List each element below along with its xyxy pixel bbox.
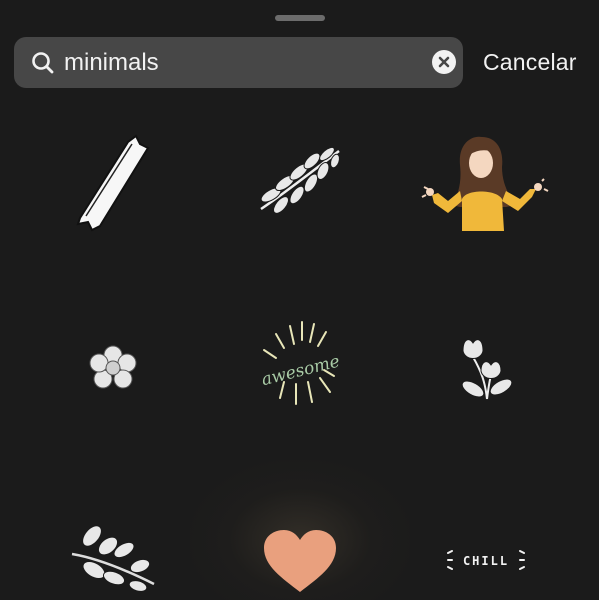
sticker-tape[interactable] <box>70 130 155 235</box>
search-input[interactable]: minimals <box>64 37 159 88</box>
clear-icon <box>438 56 450 68</box>
sticker-chill[interactable]: CHILL <box>446 545 526 573</box>
sticker-heart[interactable] <box>262 528 338 594</box>
chill-text: CHILL <box>463 554 509 568</box>
cancel-button[interactable]: Cancelar <box>483 37 577 88</box>
sticker-tulip-flowers[interactable] <box>455 335 520 403</box>
grab-handle[interactable] <box>275 15 325 21</box>
awesome-text: awesome <box>260 352 342 391</box>
sticker-shrugging-girl[interactable] <box>420 135 555 235</box>
sticker-fern-leaf[interactable] <box>255 143 345 218</box>
sticker-small-flower[interactable] <box>88 345 138 391</box>
sticker-search-sheet: minimals Cancelar awesome CHILL <box>0 0 599 600</box>
sticker-branch[interactable] <box>66 518 161 593</box>
search-bar[interactable]: minimals <box>14 37 463 88</box>
sticker-awesome[interactable]: awesome <box>250 318 355 413</box>
clear-search-button[interactable] <box>432 50 456 74</box>
search-icon <box>32 52 54 74</box>
